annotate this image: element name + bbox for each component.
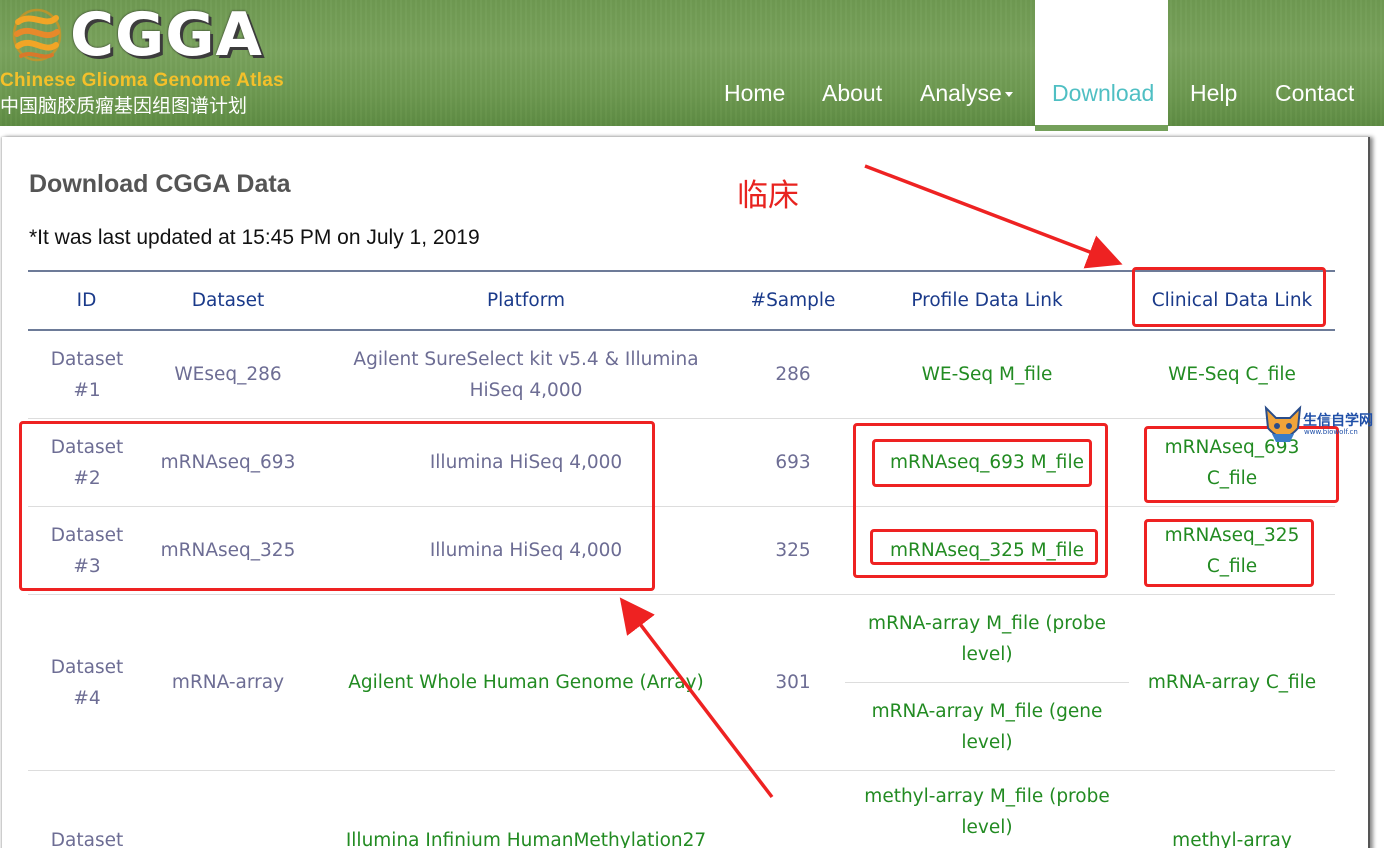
nav-download[interactable]: Download bbox=[1052, 80, 1154, 110]
nav-analyse[interactable]: Analyse bbox=[920, 80, 1013, 110]
row1-id: Dataset #1 bbox=[50, 348, 124, 401]
header-sample: #Sample bbox=[750, 290, 836, 311]
nav-contact[interactable]: Contact bbox=[1275, 80, 1354, 110]
row3-id: Dataset #3 bbox=[50, 524, 124, 577]
nav-about[interactable]: About bbox=[822, 80, 882, 110]
header-platform: Platform bbox=[486, 290, 566, 311]
row3-dataset: mRNAseq_325 bbox=[160, 540, 296, 561]
row4-platform-link[interactable]: Agilent Whole Human Genome (Array) bbox=[311, 595, 741, 770]
row4-clinical-link[interactable]: mRNA-array C_file bbox=[1129, 595, 1335, 770]
nav-help[interactable]: Help bbox=[1190, 80, 1237, 110]
row1-platform: Agilent SureSelect kit v5.4 & Illumina H… bbox=[353, 348, 699, 401]
row3-samples: 325 bbox=[775, 540, 811, 561]
row1-profile-link[interactable]: WE-Seq M_file bbox=[845, 331, 1129, 418]
row2-platform: Illumina HiSeq 4,000 bbox=[429, 452, 623, 473]
header-profile: Profile Data Link bbox=[911, 290, 1063, 311]
nav-home[interactable]: Home bbox=[724, 80, 785, 110]
row1-samples: 286 bbox=[775, 364, 811, 385]
update-note: *It was last updated at 15:45 PM on July… bbox=[29, 226, 480, 249]
row1-dataset: WEseq_286 bbox=[174, 364, 282, 385]
watermark-url: www.biowolf.cn bbox=[1304, 428, 1358, 436]
watermark-text: 生信自学网 bbox=[1303, 413, 1373, 429]
header-clinical: Clinical Data Link bbox=[1151, 290, 1313, 311]
row5-platform-link[interactable]: Illumina Infinium HumanMethylation27 bbox=[311, 825, 741, 848]
row4-samples: 301 bbox=[775, 672, 811, 693]
header-id: ID bbox=[76, 290, 97, 311]
row5-id: Dataset bbox=[50, 830, 124, 848]
wolf-logo-icon bbox=[1264, 405, 1302, 442]
header-dataset: Dataset bbox=[191, 290, 265, 311]
row4-dataset: mRNA-array bbox=[171, 672, 285, 693]
page-title: Download CGGA Data bbox=[29, 170, 291, 198]
row4-id: Dataset #4 bbox=[50, 656, 124, 709]
row5-profile-link-probe[interactable]: methyl-array M_file (probe level) bbox=[855, 781, 1119, 843]
row3-platform: Illumina HiSeq 4,000 bbox=[429, 540, 623, 561]
row1-clinical-link[interactable]: WE-Seq C_file bbox=[1129, 331, 1335, 418]
row5-clinical-link[interactable]: methyl-array bbox=[1129, 825, 1335, 848]
row4-profile-link-probe[interactable]: mRNA-array M_file (probe level) bbox=[855, 595, 1119, 682]
row3-clinical-link[interactable]: mRNAseq_325 C_file bbox=[1148, 507, 1316, 594]
annotation-label: 临床 bbox=[737, 178, 799, 214]
row2-id: Dataset #2 bbox=[50, 436, 124, 489]
main-nav: Home About Analyse Download Help Contact bbox=[0, 0, 1384, 130]
row4-profile-link-gene[interactable]: mRNA-array M_file (gene level) bbox=[855, 683, 1119, 770]
nav-analyse-label: Analyse bbox=[920, 80, 1002, 106]
row-divider bbox=[28, 770, 1335, 771]
row3-profile-link[interactable]: mRNAseq_325 M_file bbox=[845, 507, 1129, 594]
row2-profile-link[interactable]: mRNAseq_693 M_file bbox=[845, 419, 1129, 506]
caret-down-icon bbox=[1004, 92, 1013, 98]
row2-samples: 693 bbox=[775, 452, 811, 473]
row2-dataset: mRNAseq_693 bbox=[160, 452, 296, 473]
